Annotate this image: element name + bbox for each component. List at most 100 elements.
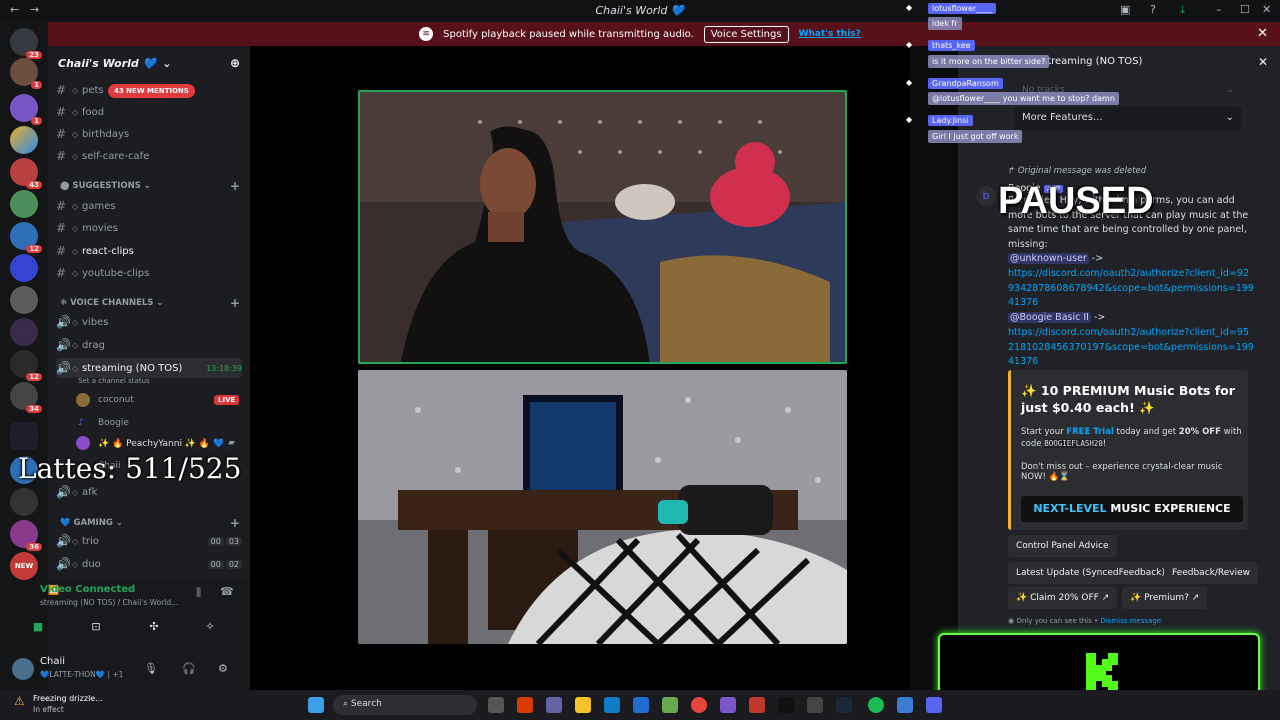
user-mention[interactable]: @Boogie Basic II [1008, 312, 1091, 323]
camera-toggle-icon[interactable]: ■ [20, 616, 56, 638]
channel-item[interactable]: # ◇ pets [56, 80, 242, 100]
channel-item[interactable]: # ◇ games [56, 196, 242, 216]
discord-icon[interactable] [926, 697, 942, 713]
premium-button[interactable]: ✨ Premium? ↗ [1122, 587, 1208, 609]
control-panel-advice-button[interactable]: Control Panel Advice [1008, 535, 1117, 557]
voice-settings-button[interactable]: Voice Settings [703, 25, 789, 43]
category-voice[interactable]: ❄ VOICE CHANNELS ⌄ + [60, 296, 240, 310]
new-server-icon[interactable]: NEW [10, 552, 38, 580]
app-icon[interactable] [897, 697, 913, 713]
close-window-icon[interactable]: ✕ [1262, 3, 1271, 16]
folder-icon[interactable] [10, 422, 38, 450]
invite-link[interactable]: https://discord.com/oauth2/authorize?cli… [1008, 267, 1254, 311]
server-icon[interactable]: 34 [10, 382, 42, 413]
app-icon[interactable] [662, 697, 678, 713]
whats-this-link[interactable]: What's this? [799, 29, 861, 39]
user-name[interactable]: Chaii [40, 656, 65, 667]
file-explorer-icon[interactable] [575, 697, 591, 713]
avatar[interactable] [12, 658, 34, 680]
microphone-icon[interactable]: 🎙 [144, 662, 158, 675]
download-icon[interactable]: ⤓ [1180, 3, 1185, 17]
server-icon[interactable]: 36 [10, 520, 42, 551]
more-features-select[interactable]: More Features... ⌄ [1014, 107, 1242, 131]
voice-channel-item[interactable]: 🔊 ◇ drag [56, 335, 242, 355]
server-header[interactable]: Chaii's World 💙 ⌄ ⊕ [48, 46, 250, 80]
maximize-icon[interactable]: ☐ [1240, 3, 1250, 16]
server-icon[interactable]: 12 [10, 222, 42, 253]
bot-avatar[interactable]: b [976, 186, 996, 206]
weather-warning-icon[interactable]: ⚠ [14, 694, 25, 708]
inbox-icon[interactable]: ▣ [1120, 3, 1130, 16]
server-icon[interactable]: 43 [10, 158, 42, 189]
voice-channel-path[interactable]: streaming (NO TOS) / Chaii's World... [40, 598, 178, 607]
user-mention[interactable]: @unknown-user [1008, 253, 1089, 264]
streaming-channel-item[interactable]: 🔊 ◇ streaming (NO TOS) 13:18:39 [56, 358, 242, 378]
voice-channel-item[interactable]: 🔊 ◇ duo 00 02 [56, 554, 242, 574]
claim-discount-button[interactable]: ✨ Claim 20% OFF ↗ [1008, 587, 1118, 609]
video-tile-streamer[interactable] [358, 90, 847, 364]
tiktok-icon[interactable] [778, 697, 794, 713]
add-channel-icon[interactable]: + [230, 516, 240, 530]
task-view-icon[interactable] [488, 697, 504, 713]
channel-item[interactable]: # ◇ food [56, 102, 242, 122]
voice-channel-item[interactable]: 🔊 ◇ trio 00 03 [56, 531, 242, 551]
app-icon[interactable] [749, 697, 765, 713]
gear-icon[interactable]: ⚙ [218, 662, 228, 675]
voice-channel-item[interactable]: 🔊 ◇ vibes [56, 312, 242, 332]
add-member-icon[interactable]: ⊕ [230, 56, 240, 70]
edge-icon[interactable] [604, 697, 620, 713]
help-icon[interactable]: ? [1150, 3, 1156, 16]
channel-item[interactable]: # ◇ youtube-clips [56, 263, 242, 283]
voice-member-name[interactable]: coconut [98, 395, 134, 405]
server-icon[interactable] [10, 126, 38, 154]
windows-start-icon[interactable] [308, 697, 324, 713]
app-icon[interactable] [720, 697, 736, 713]
weather-title[interactable]: Freezing drizzle... [33, 694, 103, 703]
channel-item[interactable]: # ◇ movies [56, 218, 242, 238]
server-icon[interactable]: 1 [10, 58, 42, 89]
server-icon[interactable] [10, 190, 38, 218]
app-icon[interactable] [546, 697, 562, 713]
channel-item[interactable]: # ◇ self-care-cafe [56, 146, 242, 166]
taskbar-search[interactable]: ⌕ Search [333, 695, 477, 715]
server-icon[interactable] [10, 286, 38, 314]
video-tile-desk-cam[interactable] [358, 370, 847, 644]
soundboard-icon[interactable]: ✧ [192, 616, 228, 638]
add-channel-icon[interactable]: + [230, 296, 240, 310]
chrome-icon[interactable] [691, 697, 707, 713]
channel-item[interactable]: # ◇ react-clips [56, 241, 242, 261]
app-icon[interactable] [807, 697, 823, 713]
server-icon[interactable] [10, 318, 38, 346]
steam-icon[interactable] [836, 697, 852, 713]
discord-home-icon[interactable]: 23 [10, 28, 42, 59]
voice-member-name[interactable]: Boogie [98, 418, 129, 428]
server-icon[interactable] [10, 254, 38, 282]
banner-close-icon[interactable]: ✕ [1257, 26, 1268, 41]
screen-share-icon[interactable]: ⊡ [78, 616, 114, 638]
server-icon[interactable]: 1 [10, 94, 42, 125]
disconnect-icon[interactable]: ☎ [220, 585, 234, 598]
category-suggestions[interactable]: ⬤ SUGGESTIONS ⌄ + [60, 179, 240, 193]
noise-suppression-icon[interactable]: ⫼ [196, 586, 201, 600]
voice-member-name[interactable]: ✨ 🔥 PeachyYanni ✨ 🔥 💙 [98, 439, 224, 449]
headphones-icon[interactable]: 🎧 [182, 662, 196, 675]
voice-status[interactable]: Video Connected [40, 584, 135, 595]
dismiss-message-link[interactable]: Dismiss message [1100, 617, 1161, 625]
feedback-button[interactable]: Feedback/Review [1164, 562, 1259, 584]
spotify-icon[interactable] [868, 697, 884, 713]
add-channel-icon[interactable]: + [230, 179, 240, 193]
channel-status[interactable]: Set a channel status [78, 377, 150, 385]
category-gaming[interactable]: 💙 GAMING ⌄ + [60, 516, 240, 530]
app-icon[interactable] [517, 697, 533, 713]
server-icon[interactable] [10, 488, 38, 516]
app-icon[interactable] [633, 697, 649, 713]
user-status[interactable]: 💙LATTE-THON💙 | +1 [40, 670, 123, 679]
invite-link[interactable]: https://discord.com/oauth2/authorize?cli… [1008, 326, 1254, 370]
latest-update-button[interactable]: Latest Update (SyncedFeedback) [1008, 562, 1173, 584]
activities-icon[interactable]: ✣ [136, 616, 172, 638]
close-panel-icon[interactable]: ✕ [1258, 55, 1268, 69]
server-icon[interactable]: 12 [10, 350, 42, 381]
minimize-icon[interactable]: – [1216, 3, 1222, 16]
channel-item[interactable]: # ◇ birthdays [56, 124, 242, 144]
voice-channel-item[interactable]: 🔊 ◇ afk [56, 482, 242, 502]
